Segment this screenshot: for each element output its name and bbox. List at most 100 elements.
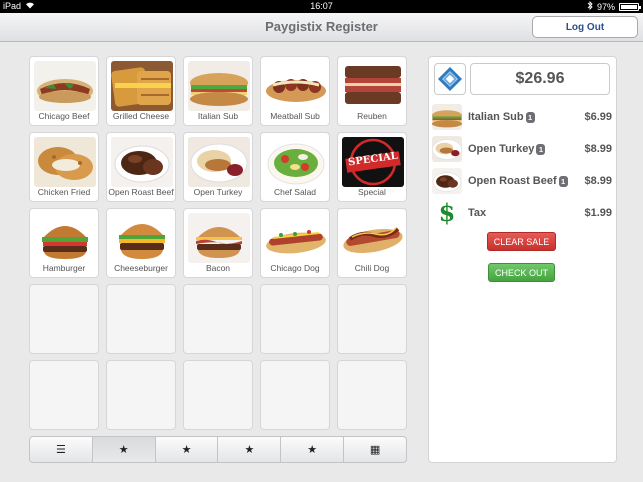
sale-item-name-group: Italian Sub 1 (468, 111, 535, 123)
battery-level (621, 4, 637, 9)
status-bar: iPad 16:07 97% (0, 0, 643, 13)
product-label: Chicken Fried (37, 187, 91, 197)
tab-5[interactable]: ★ (281, 437, 345, 462)
product-tile-hamburger[interactable]: Hamburger (29, 208, 99, 278)
quantity-badge: 1 (536, 143, 546, 155)
empty-product-slot[interactable] (260, 360, 330, 430)
product-label: Cheeseburger (114, 263, 168, 273)
product-label: Chili Dog (354, 263, 390, 273)
product-image (111, 137, 173, 187)
logout-button[interactable]: Log Out (532, 16, 638, 38)
product-tile-chili-dog[interactable]: Chili Dog (337, 208, 407, 278)
quantity-badge: 1 (558, 175, 568, 187)
sale-item-name: Open Turkey (468, 143, 535, 155)
sale-item-row[interactable]: Open Roast Beef 1 $8.99 (432, 166, 615, 198)
product-tile-chicken-fried[interactable]: Chicken Fried (29, 132, 99, 202)
sale-item-row[interactable]: $ Tax $1.99 (432, 198, 615, 230)
empty-product-slot[interactable] (106, 360, 176, 430)
empty-product-slot[interactable] (337, 360, 407, 430)
empty-product-slot[interactable] (29, 360, 99, 430)
sale-item-thumbnail (432, 104, 462, 130)
sale-total: $26.96 (470, 63, 610, 95)
sale-item-name-group: Tax (468, 207, 486, 219)
product-label: Reuben (357, 111, 387, 121)
product-label: Grilled Cheese (112, 111, 170, 121)
sale-item-name: Open Roast Beef (468, 175, 557, 187)
product-label: Italian Sub (197, 111, 239, 121)
product-image (34, 213, 96, 263)
sale-item-name-group: Open Turkey 1 (468, 143, 546, 155)
product-label: Chicago Dog (270, 263, 320, 273)
battery-icon (619, 2, 641, 11)
product-label: Hamburger (42, 263, 86, 273)
product-tile-chicago-dog[interactable]: Chicago Dog (260, 208, 330, 278)
product-tile-meatball-sub[interactable]: Meatball Sub (260, 56, 330, 126)
tab-6[interactable]: ▦ (344, 437, 406, 462)
tab-1[interactable]: ☰ (30, 437, 93, 462)
product-image (265, 61, 327, 111)
product-image (34, 137, 96, 187)
empty-product-slot[interactable] (106, 284, 176, 354)
sale-item-price: $6.99 (584, 111, 612, 123)
sale-item-price: $1.99 (584, 207, 612, 219)
product-image (34, 61, 96, 111)
product-grid: Chicago Beef Grilled Cheese Italian Sub Mea… (29, 56, 407, 434)
product-tile-bacon-burger[interactable]: Bacon (183, 208, 253, 278)
product-image: SPECIAL (342, 137, 404, 187)
product-image (265, 137, 327, 187)
product-tile-open-turkey[interactable]: Open Turkey (183, 132, 253, 202)
sale-item-price: $8.99 (584, 143, 612, 155)
product-image (188, 61, 250, 111)
star-icon: ★ (307, 444, 318, 456)
sale-item-row[interactable]: Italian Sub 1 $6.99 (432, 102, 615, 134)
dollar-icon: $ (432, 200, 462, 226)
product-image (111, 213, 173, 263)
sale-item-thumbnail (432, 136, 462, 162)
star-icon: ★ (244, 444, 255, 456)
product-image (111, 61, 173, 111)
sale-item-row[interactable]: Open Turkey 1 $8.99 (432, 134, 615, 166)
product-label: Special (358, 187, 386, 197)
grid-icon: ▦ (369, 444, 381, 456)
clear-sale-button[interactable]: CLEAR SALE (487, 232, 556, 251)
product-label: Bacon (205, 263, 231, 273)
status-time: 16:07 (310, 1, 333, 11)
star-icon: ★ (118, 444, 129, 456)
tab-4[interactable]: ★ (218, 437, 282, 462)
sale-item-thumbnail (432, 168, 462, 194)
category-tab-bar: ☰ ★ ★ ★ ★ ▦ (29, 436, 407, 463)
product-tile-chicago-beef[interactable]: Chicago Beef (29, 56, 99, 126)
product-tile-grilled-cheese[interactable]: Grilled Cheese (106, 56, 176, 126)
tax-symbol: $ (438, 200, 456, 226)
product-tile-reuben[interactable]: Reuben (337, 56, 407, 126)
sale-item-name: Italian Sub (468, 111, 524, 123)
sale-panel: $26.96 Italian Sub 1 $6.99 Open Turkey 1 $8.9… (428, 56, 617, 463)
product-tile-chef-salad[interactable]: Chef Salad (260, 132, 330, 202)
tab-3[interactable]: ★ (156, 437, 219, 462)
empty-product-slot[interactable] (183, 284, 253, 354)
paygistix-logo (434, 63, 466, 95)
empty-product-slot[interactable] (183, 360, 253, 430)
product-label: Meatball Sub (270, 111, 320, 121)
tab-2[interactable]: ★ (92, 437, 156, 462)
battery-percent: 97% (596, 1, 615, 12)
empty-product-slot[interactable] (260, 284, 330, 354)
product-label: Chef Salad (273, 187, 317, 197)
product-tile-special-stamp[interactable]: SPECIAL Special (337, 132, 407, 202)
sale-item-name-group: Open Roast Beef 1 (468, 175, 568, 187)
product-label: Open Roast Beef (108, 187, 174, 197)
product-tile-open-roast-beef[interactable]: Open Roast Beef (106, 132, 176, 202)
product-image (188, 137, 250, 187)
empty-product-slot[interactable] (29, 284, 99, 354)
list-icon: ☰ (55, 444, 66, 456)
product-image (188, 213, 250, 263)
product-tile-italian-sub[interactable]: Italian Sub (183, 56, 253, 126)
product-tile-cheeseburger[interactable]: Cheeseburger (106, 208, 176, 278)
empty-product-slot[interactable] (337, 284, 407, 354)
nav-bar: Paygistix Register Log Out (0, 13, 643, 42)
product-label: Open Turkey (193, 187, 243, 197)
quantity-badge: 1 (525, 111, 535, 123)
product-image (342, 213, 404, 263)
check-out-button[interactable]: CHECK OUT (488, 263, 555, 282)
sale-item-list: Italian Sub 1 $6.99 Open Turkey 1 $8.99 Open R… (432, 102, 615, 230)
